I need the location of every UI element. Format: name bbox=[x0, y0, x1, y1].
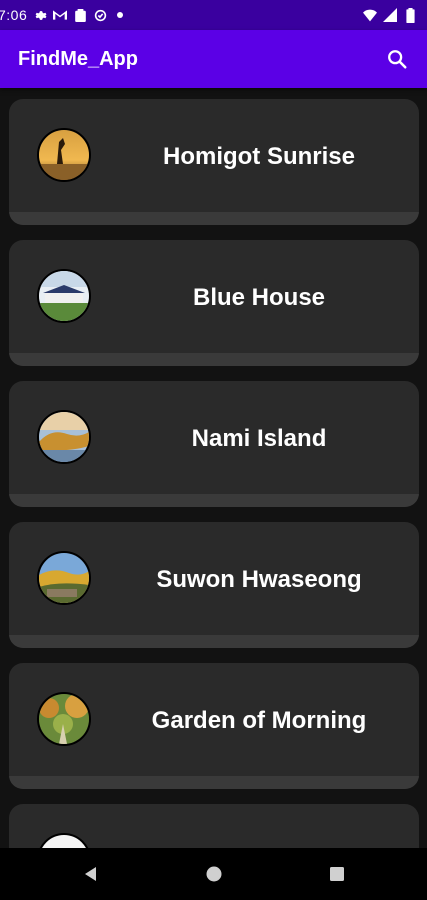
wifi-icon bbox=[363, 8, 377, 22]
card-footer bbox=[9, 494, 419, 507]
place-name: Homigot Sunrise bbox=[162, 143, 355, 170]
app-title: FindMe_App bbox=[18, 47, 138, 70]
back-triangle-icon bbox=[84, 867, 96, 881]
place-name: Garden of Morning bbox=[151, 707, 367, 734]
recents-button[interactable] bbox=[323, 860, 351, 888]
status-bar-left: 7:06 bbox=[0, 7, 127, 23]
signal-icon bbox=[383, 8, 397, 22]
list-item[interactable]: Homigot Sunrise bbox=[9, 99, 419, 225]
list-item[interactable] bbox=[9, 804, 419, 848]
status-bar: 7:06 bbox=[0, 0, 427, 30]
card-footer bbox=[9, 635, 419, 648]
battery-icon bbox=[403, 7, 417, 23]
clipboard-icon bbox=[73, 8, 87, 22]
place-name: Blue House bbox=[192, 284, 326, 311]
recents-square-icon bbox=[329, 867, 344, 881]
system-nav-bar bbox=[0, 848, 427, 900]
home-button[interactable] bbox=[200, 860, 228, 888]
list-item[interactable]: Garden of Morning bbox=[9, 663, 419, 789]
card-footer bbox=[9, 212, 419, 225]
app-bar: FindMe_App bbox=[0, 30, 427, 88]
gmail-icon bbox=[53, 8, 68, 22]
settings-icon bbox=[33, 8, 47, 22]
garden-photo bbox=[37, 692, 91, 746]
list-item[interactable]: Nami Island bbox=[9, 381, 419, 507]
places-list[interactable]: Homigot Sunrise Blue House Nami Island S… bbox=[0, 88, 427, 848]
list-item[interactable]: Suwon Hwaseong bbox=[9, 522, 419, 648]
nami-island-photo bbox=[37, 410, 91, 464]
status-bar-right bbox=[363, 7, 417, 23]
place-name: Nami Island bbox=[191, 425, 327, 452]
back-button[interactable] bbox=[77, 860, 105, 888]
partially-visible-photo bbox=[37, 833, 91, 848]
sunrise-sculpture-photo bbox=[37, 128, 91, 182]
search-icon bbox=[388, 50, 407, 69]
home-circle-icon bbox=[206, 866, 221, 882]
status-time: 7:06 bbox=[0, 7, 28, 23]
sync-icon bbox=[93, 8, 107, 22]
card-footer bbox=[9, 353, 419, 366]
list-item[interactable]: Blue House bbox=[9, 240, 419, 366]
card-footer bbox=[9, 776, 419, 789]
blue-house-photo bbox=[37, 269, 91, 323]
place-name: Suwon Hwaseong bbox=[156, 566, 362, 593]
notification-dot-icon bbox=[113, 8, 127, 22]
suwon-fortress-photo bbox=[37, 551, 91, 605]
search-button[interactable] bbox=[383, 45, 411, 73]
